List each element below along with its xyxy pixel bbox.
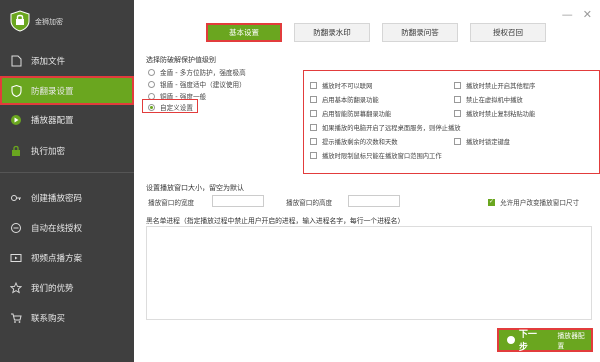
option-stop-on-remote-desktop[interactable]: 如果播放的电脑开启了远程桌面服务，则停止播放 (310, 123, 461, 132)
radio-silver-shield[interactable]: 银盾 - 强度适中（建议使用） (148, 79, 246, 89)
sidebar-item-label: 自动在线授权 (31, 224, 83, 234)
checkbox[interactable] (454, 138, 461, 145)
sidebar-item-vod-plan[interactable]: 视频点播方案 (0, 244, 134, 272)
video-icon (10, 252, 22, 264)
option-lock-keyboard[interactable]: 播放时锁定键盘 (454, 137, 510, 146)
next-dot-icon (507, 336, 515, 344)
window-controls: — ✕ (562, 8, 592, 21)
sidebar-item-label: 创建播放密码 (31, 194, 83, 204)
tab-watermark[interactable]: 防翻录水印 (294, 23, 370, 42)
link-icon (10, 222, 22, 234)
checkbox[interactable] (454, 110, 461, 117)
radio-label: 金盾 - 多方位防护，强度极高 (160, 69, 246, 77)
option-label: 播放时锁定键盘 (466, 139, 511, 146)
checkbox[interactable] (310, 110, 317, 117)
sidebar-item-auto-online-auth[interactable]: 自动在线授权 (0, 214, 134, 242)
sidebar-item-label: 添加文件 (31, 57, 66, 67)
option-restrict-mouse[interactable]: 播放时限制鼠标只能在播放窗口范围内工作 (310, 151, 442, 160)
option-label: 播放时禁止复制粘贴功能 (466, 111, 536, 118)
sidebar: 金狮加密 添加文件 防翻录设置 播放器配置 执行加密 创建播放密码 自动在线授权… (0, 0, 134, 362)
key-icon (10, 192, 22, 204)
option-no-copy-paste[interactable]: 播放时禁止复制粘贴功能 (454, 109, 535, 118)
sidebar-item-label: 我们的优势 (31, 284, 74, 294)
sidebar-item-player-config[interactable]: 播放器配置 (0, 106, 134, 134)
sidebar-item-label: 防翻录设置 (31, 86, 74, 97)
checkbox[interactable] (310, 138, 317, 145)
sidebar-item-label: 执行加密 (31, 147, 66, 157)
cart-icon (10, 312, 22, 324)
checkbox[interactable] (454, 82, 461, 89)
minimize-icon[interactable]: — (562, 8, 573, 21)
option-label: 如果播放的电脑开启了远程桌面服务，则停止播放 (322, 125, 461, 132)
star-icon (10, 282, 22, 294)
sidebar-item-anti-copy-settings[interactable]: 防翻录设置 (0, 76, 134, 105)
lock-icon (10, 145, 22, 157)
process-blacklist-textarea[interactable] (146, 226, 592, 320)
radio-label: 银盾 - 强度适中（建议使用） (160, 81, 246, 89)
sidebar-divider (0, 172, 134, 173)
option-label: 启用基本防翻录功能 (322, 97, 379, 104)
sidebar-item-contact-purchase[interactable]: 联系购买 (0, 304, 134, 332)
option-no-network[interactable]: 播放时不可以联网 (310, 81, 372, 90)
sidebar-item-execute-encrypt[interactable]: 执行加密 (0, 137, 134, 165)
process-blacklist-label: 黑名单进程（指定播放过程中禁止用户开启的进程，输入进程名字，每行一个进程名） (146, 217, 405, 225)
checkbox[interactable] (454, 96, 461, 103)
close-icon[interactable]: ✕ (583, 8, 592, 21)
next-step-button[interactable]: 下一步 播放器配置 (497, 327, 593, 353)
radio-button[interactable] (148, 68, 155, 76)
tab-basic-settings[interactable]: 基本设置 (206, 23, 282, 42)
tab-license-recall[interactable]: 授权召回 (470, 23, 546, 42)
radio-button[interactable] (148, 80, 155, 88)
option-label: 禁止在虚拟机中播放 (466, 97, 523, 104)
sidebar-item-label: 播放器配置 (31, 116, 74, 126)
next-label-wrap: 下一步 (499, 327, 545, 353)
window-size-label: 设置播放窗口大小，留空为默认 (146, 184, 244, 192)
app-name: 金狮加密 (35, 18, 63, 26)
checkbox-checked[interactable] (488, 198, 495, 206)
tab-bar: 基本设置 防翻录水印 防翻录问答 授权召回 (206, 23, 558, 42)
option-label: 播放时限制鼠标只能在播放窗口范围内工作 (322, 153, 442, 160)
sidebar-item-add-file[interactable]: 添加文件 (0, 47, 134, 75)
player-icon (10, 114, 22, 126)
option-no-vm[interactable]: 禁止在虚拟机中播放 (454, 95, 523, 104)
sidebar-item-label: 视频点播方案 (31, 254, 83, 264)
config-label: 播放器配置 (557, 332, 585, 350)
width-input[interactable] (212, 195, 264, 207)
checkbox[interactable] (310, 152, 317, 159)
option-block-other-programs[interactable]: 播放时禁止开启其他程序 (454, 81, 535, 90)
option-label: 启用智能防屏幕翻录功能 (322, 111, 392, 118)
option-show-remaining[interactable]: 提示播放剩余的次数和天数 (310, 137, 398, 146)
tab-faq[interactable]: 防翻录问答 (382, 23, 458, 42)
sidebar-item-create-password[interactable]: 创建播放密码 (0, 184, 134, 212)
height-input[interactable] (348, 195, 400, 207)
option-smart-anti-screen-record[interactable]: 启用智能防屏幕翻录功能 (310, 109, 391, 118)
app-logo-shield-icon (10, 10, 30, 32)
checkbox[interactable] (310, 96, 317, 103)
allow-resize-checkbox[interactable]: 允许用户改变播放窗口尺寸 (488, 197, 579, 207)
radio-label: 自定义设置 (160, 104, 193, 112)
option-label: 播放时禁止开启其他程序 (466, 83, 536, 90)
height-label: 播放窗口的高度 (286, 199, 333, 207)
radio-gold-shield[interactable]: 金盾 - 多方位防护，强度极高 (148, 67, 246, 77)
sidebar-item-our-advantages[interactable]: 我们的优势 (0, 274, 134, 302)
radio-button[interactable] (148, 103, 155, 111)
next-label: 下一步 (518, 330, 537, 353)
option-label: 播放时不可以联网 (322, 83, 373, 90)
allow-resize-label: 允许用户改变播放窗口尺寸 (500, 199, 580, 207)
radio-custom-settings[interactable]: 自定义设置 (148, 102, 193, 112)
checkbox[interactable] (310, 124, 317, 131)
sidebar-item-label: 联系购买 (31, 314, 66, 324)
option-label: 提示播放剩余的次数和天数 (322, 139, 398, 146)
option-basic-anti-record[interactable]: 启用基本防翻录功能 (310, 95, 379, 104)
shield-icon (10, 84, 22, 97)
custom-options-box: 播放时不可以联网 播放时禁止开启其他程序 启用基本防翻录功能 禁止在虚拟机中播放… (303, 70, 600, 174)
protection-level-label: 选择防破解保护值级别 (146, 56, 216, 64)
main-panel: — ✕ 基本设置 防翻录水印 防翻录问答 授权召回 选择防破解保护值级别 金盾 … (134, 0, 600, 362)
checkbox[interactable] (310, 82, 317, 89)
width-label: 播放窗口的宽度 (148, 199, 195, 207)
file-icon (10, 55, 22, 67)
